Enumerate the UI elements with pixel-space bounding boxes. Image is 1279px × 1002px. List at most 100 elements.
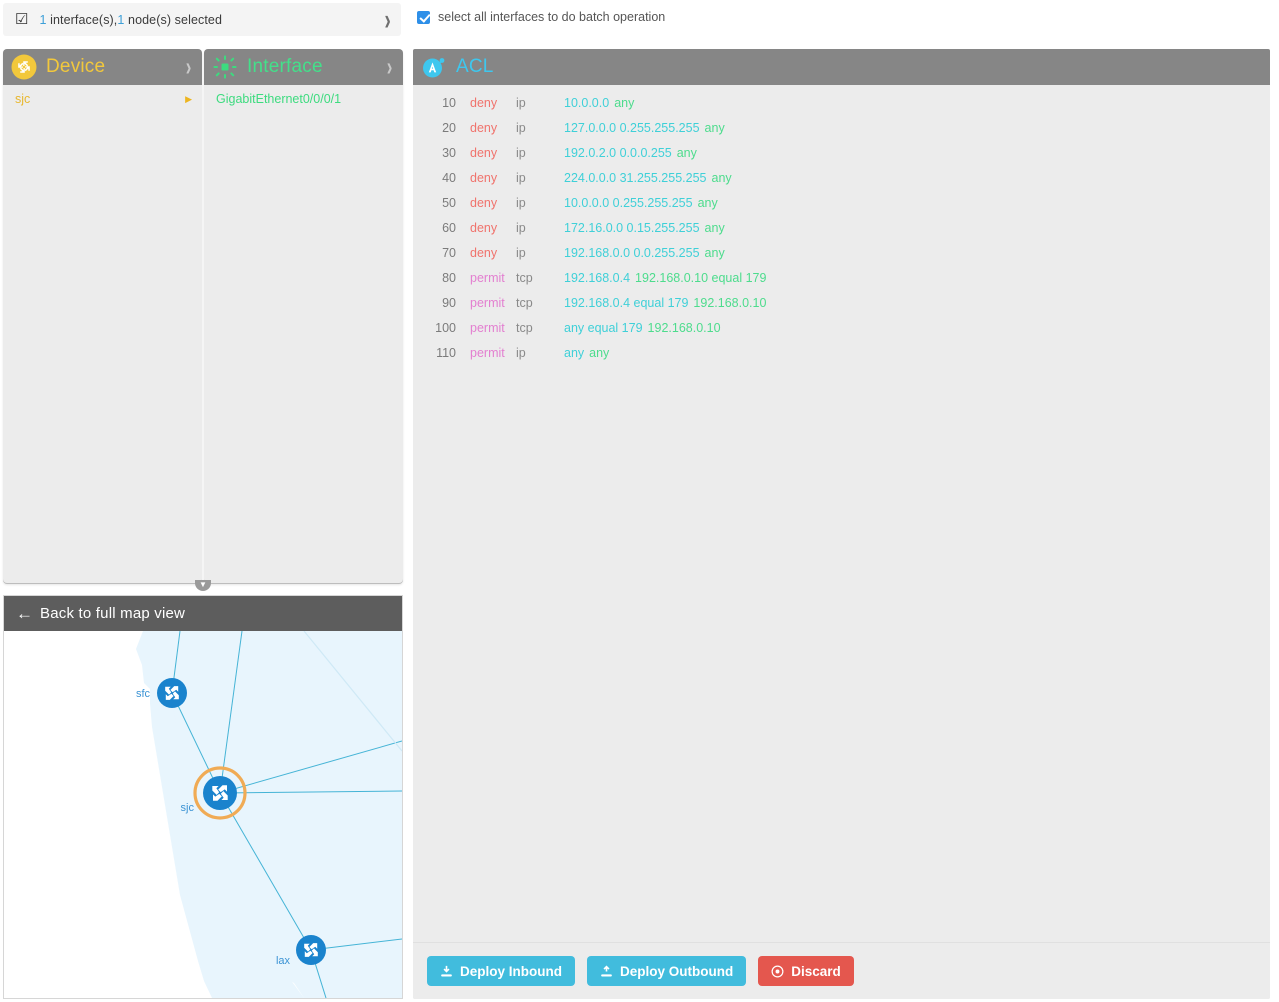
map-node-label: sjc [181, 802, 195, 814]
deploy-outbound-label: Deploy Outbound [620, 963, 734, 979]
acl-rule-action: deny [470, 120, 498, 135]
interface-panel: Interface › GigabitEthernet0/0/0/1 [204, 49, 403, 583]
discard-circle-icon [771, 965, 784, 978]
acl-rule-row[interactable]: 30 deny ip 192.0.2.0 0.0.0.255 any [413, 140, 1270, 165]
interface-panel-header: Interface › [204, 49, 403, 85]
selected-node-label: node(s) selected [124, 12, 223, 27]
acl-rule-protocol: ip [516, 170, 526, 185]
device-panel-header: Device › [3, 49, 202, 85]
back-to-full-map-view-button[interactable]: ← Back to full map view [4, 596, 402, 631]
device-list: sjc ▶ [3, 85, 202, 113]
interface-node-icon [212, 54, 238, 80]
acl-rule-match: 10.0.0.0 0.255.255.255 any [564, 196, 718, 210]
batch-operation-control[interactable]: select all interfaces to do batch operat… [417, 10, 665, 24]
device-panel: Device › sjc ▶ [3, 49, 202, 583]
interface-list: GigabitEthernet0/0/0/1 [204, 85, 403, 113]
acl-rule-source: 192.168.0.4 equal 179 [564, 295, 689, 310]
discard-button[interactable]: Discard [758, 956, 854, 986]
device-name: sjc [15, 92, 31, 106]
acl-rule-list[interactable]: 10 deny ip 10.0.0.0 any 20 deny ip 127.0.0.0 0.2… [413, 85, 1270, 942]
acl-rule-action: deny [470, 95, 498, 110]
acl-rule-row[interactable]: 100 permit tcp any equal 179 192.168.0.10 [413, 315, 1270, 340]
device-list-item-sjc[interactable]: sjc ▶ [3, 85, 202, 113]
acl-rule-destination: any [697, 195, 718, 210]
acl-rule-destination: any [614, 95, 635, 110]
acl-rule-protocol: ip [516, 120, 526, 135]
acl-rule-destination: any [676, 145, 697, 160]
acl-rule-sequence: 40 [442, 170, 456, 185]
acl-rule-row[interactable]: 90 permit tcp 192.168.0.4 equal 179 192.168.… [413, 290, 1270, 315]
checkbox-checked-icon: ☑ [15, 11, 29, 28]
acl-rule-destination: 192.168.0.10 [647, 320, 721, 335]
chevron-down-icon: ▼ [199, 580, 207, 589]
acl-rule-sequence: 110 [436, 345, 456, 360]
acl-rule-match: 127.0.0.0 0.255.255.255 any [564, 121, 725, 135]
acl-rule-row[interactable]: 20 deny ip 127.0.0.0 0.255.255.255 any [413, 115, 1270, 140]
map-node-label: sfc [136, 688, 151, 700]
interface-name: GigabitEthernet0/0/0/1 [216, 92, 342, 106]
acl-rule-row[interactable]: 80 permit tcp 192.168.0.4 192.168.0.10 equal… [413, 265, 1270, 290]
acl-rule-row[interactable]: 110 permit ip any any [413, 340, 1270, 365]
acl-rule-row[interactable]: 50 deny ip 10.0.0.0 0.255.255.255 any [413, 190, 1270, 215]
acl-rule-action: deny [470, 195, 498, 210]
acl-rule-source: 127.0.0.0 0.255.255.255 [564, 120, 700, 135]
acl-rule-source: 10.0.0.0 0.255.255.255 [564, 195, 693, 210]
acl-rule-source: 192.168.0.0 0.0.255.255 [564, 245, 700, 260]
router-device-icon [11, 54, 37, 80]
acl-panel: ACL 10 deny ip 10.0.0.0 any 20 deny ip 127.0.0.0… [413, 49, 1270, 999]
panel-collapse-handle[interactable]: ▼ [195, 580, 211, 591]
acl-rule-row[interactable]: 60 deny ip 172.16.0.0 0.15.255.255 any [413, 215, 1270, 240]
acl-rule-action: deny [470, 245, 498, 260]
acl-rule-destination: 192.168.0.10 [693, 295, 767, 310]
acl-rule-protocol: ip [516, 220, 526, 235]
discard-label: Discard [791, 963, 841, 979]
acl-rule-match: any any [564, 346, 609, 360]
deploy-inbound-button[interactable]: Deploy Inbound [427, 956, 575, 986]
acl-rule-row[interactable]: 10 deny ip 10.0.0.0 any [413, 90, 1270, 115]
selection-summary-text: 1 interface(s),1 node(s) selected [39, 13, 222, 27]
acl-rule-destination: any [711, 170, 732, 185]
acl-rule-sequence: 50 [442, 195, 456, 210]
acl-rule-destination: any [589, 345, 610, 360]
back-to-full-map-view-label: Back to full map view [40, 605, 186, 622]
chevron-right-icon[interactable]: › [384, 4, 390, 35]
acl-icon [421, 54, 447, 80]
acl-rule-match: 10.0.0.0 any [564, 96, 634, 110]
acl-rule-protocol: tcp [516, 320, 533, 335]
acl-panel-header: ACL [413, 49, 1270, 85]
acl-rule-row[interactable]: 70 deny ip 192.168.0.0 0.0.255.255 any [413, 240, 1270, 265]
selection-summary-bar[interactable]: ☑ 1 interface(s),1 node(s) selected › [3, 3, 401, 36]
interface-list-item[interactable]: GigabitEthernet0/0/0/1 [204, 85, 403, 113]
acl-rule-destination: any [704, 120, 725, 135]
top-bar: ☑ 1 interface(s),1 node(s) selected › se… [0, 0, 1279, 40]
network-topology-map[interactable]: sfc sjc lax [4, 631, 402, 998]
acl-rule-sequence: 80 [442, 270, 456, 285]
selected-interface-label: interface(s), [46, 12, 118, 27]
chevron-right-icon[interactable]: › [387, 54, 393, 80]
arrow-left-icon: ← [16, 604, 33, 623]
acl-rule-protocol: ip [516, 345, 526, 360]
acl-rule-protocol: tcp [516, 295, 533, 310]
acl-footer-toolbar: Deploy Inbound Deploy Outbound Discard [413, 942, 1270, 999]
acl-rule-match: 192.168.0.0 0.0.255.255 any [564, 246, 725, 260]
chevron-right-icon[interactable]: › [186, 54, 192, 80]
map-node-label: lax [276, 955, 291, 967]
acl-rule-source: 224.0.0.0 31.255.255.255 [564, 170, 707, 185]
acl-rule-source: any [564, 345, 585, 360]
select-all-interfaces-checkbox[interactable] [417, 10, 430, 24]
acl-rule-row[interactable]: 40 deny ip 224.0.0.0 31.255.255.255 any [413, 165, 1270, 190]
acl-rule-sequence: 90 [442, 295, 456, 310]
deploy-outbound-button[interactable]: Deploy Outbound [587, 956, 747, 986]
acl-rule-source: any equal 179 [564, 320, 643, 335]
acl-rule-match: 192.168.0.4 equal 179 192.168.0.10 [564, 296, 766, 310]
acl-rule-destination: any [704, 245, 725, 260]
selected-interface-count: 1 [39, 12, 47, 27]
acl-rule-action: permit [470, 295, 505, 310]
acl-rule-sequence: 60 [442, 220, 456, 235]
acl-rule-source: 192.168.0.4 [564, 270, 631, 285]
acl-rule-sequence: 20 [442, 120, 456, 135]
acl-rule-action: permit [470, 270, 505, 285]
acl-rule-destination: any [704, 220, 725, 235]
select-all-interfaces-label: select all interfaces to do batch operat… [438, 10, 666, 24]
acl-rule-protocol: ip [516, 95, 526, 110]
